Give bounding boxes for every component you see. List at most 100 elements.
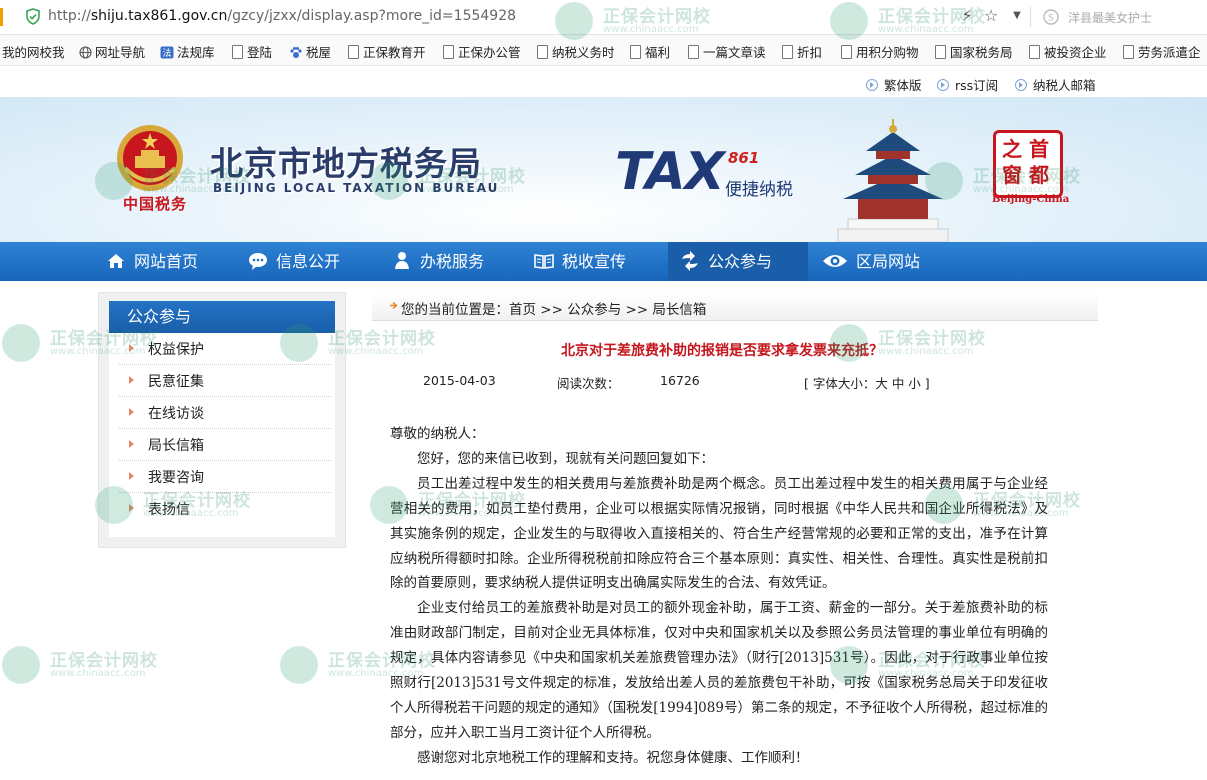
chat-icon bbox=[249, 253, 267, 270]
security-shield-icon[interactable] bbox=[25, 8, 41, 25]
url-path: /gzcy/jzxx/display.asp?more_id=1554928 bbox=[227, 8, 517, 24]
page-icon bbox=[841, 45, 852, 59]
home-icon bbox=[108, 254, 124, 268]
bookmark-item[interactable]: 网址导航 bbox=[79, 42, 145, 61]
bookmark-item[interactable]: 一篇文章读 bbox=[688, 42, 766, 61]
arrow-icon bbox=[129, 440, 134, 448]
bookmark-item[interactable]: 税屋 bbox=[289, 42, 331, 61]
bookmark-item[interactable]: 劳务派遣企 bbox=[1123, 42, 1201, 61]
arrow-icon bbox=[129, 408, 134, 416]
page: http://shiju.tax861.gov.cn/gzcy/jzxx/dis… bbox=[0, 0, 1207, 780]
read-count: 16726 bbox=[660, 373, 700, 388]
paw-icon bbox=[290, 47, 302, 58]
address-bar: http://shiju.tax861.gov.cn/gzcy/jzxx/dis… bbox=[0, 0, 1207, 35]
rss-link[interactable]: rss订阅 bbox=[937, 75, 998, 94]
bookmark-item[interactable]: 国家税务局 bbox=[935, 42, 1013, 61]
paragraph: 企业支付给员工的差旅费补助是对员工的额外现金补助，属于工资、薪金的一部分。关于差… bbox=[390, 600, 1048, 741]
paragraph: 您好，您的来信已收到，现就有关问题回复如下： bbox=[417, 450, 714, 467]
page-icon bbox=[348, 45, 359, 59]
sidebar-item-praise-letter[interactable]: 表扬信 bbox=[119, 493, 331, 524]
page-icon bbox=[935, 45, 946, 59]
sidebar-item-opinion-collection[interactable]: 民意征集 bbox=[119, 365, 331, 397]
national-emblem-icon bbox=[117, 125, 183, 191]
capital-window-seal: 之 首 窗 都 bbox=[993, 130, 1063, 198]
tax-logo-number: 861 bbox=[728, 149, 760, 167]
site-banner: 中国税务 北京市地方税务局 BEIJING LOCAL TAXATION BUR… bbox=[0, 97, 1207, 242]
seal-caption: Beijing-China bbox=[992, 194, 1070, 205]
page-icon bbox=[630, 45, 641, 59]
paragraph: 员工出差过程中发生的相关费用与差旅费补助是两个概念。员工出差过程中发生的相关费用… bbox=[390, 475, 1048, 592]
temple-of-heaven-image bbox=[837, 119, 949, 242]
page-icon bbox=[537, 45, 548, 59]
bookmark-item[interactable]: 纳税义务时 bbox=[537, 42, 615, 61]
bookmark-item[interactable]: 正保办公管 bbox=[443, 42, 521, 61]
bookmarks-bar: 我的网校我 网址导航 法法规库 登陆 税屋 正保教育开 正保办公管 纳税义务时 … bbox=[0, 35, 1207, 66]
sidebar-item-director-mailbox[interactable]: 局长信箱 bbox=[119, 429, 331, 461]
person-icon bbox=[395, 252, 409, 269]
site-title: 北京市地方税务局 bbox=[210, 144, 482, 183]
page-icon bbox=[232, 45, 243, 59]
bookmark-item[interactable]: 正保教育开 bbox=[348, 42, 426, 61]
taxpayer-mailbox-link[interactable]: 纳税人邮箱 bbox=[1015, 75, 1096, 94]
bookmark-item[interactable]: 我的网校我 bbox=[2, 42, 65, 61]
play-icon bbox=[937, 79, 949, 91]
bookmark-item[interactable]: 折扣 bbox=[782, 42, 822, 61]
tax-logo-subtitle: 便捷纳税 bbox=[725, 180, 793, 200]
url-domain: shiju.tax861.gov.cn bbox=[90, 8, 228, 24]
sidebar-item-consult[interactable]: 我要咨询 bbox=[119, 461, 331, 493]
breadcrumb-text[interactable]: 您的当前位置是：首页 >> 公众参与 >> 局长信箱 bbox=[401, 298, 706, 318]
search-input[interactable]: 洋县最美女护士 bbox=[1068, 9, 1152, 26]
article-date: 2015-04-03 bbox=[423, 373, 496, 388]
nav-info-disclosure[interactable]: 信息公开 bbox=[248, 242, 340, 281]
nav-tax-service[interactable]: 办税服务 bbox=[392, 242, 484, 281]
svg-text:法: 法 bbox=[162, 47, 171, 59]
bookmark-item[interactable]: 被投资企业 bbox=[1029, 42, 1107, 61]
lightning-icon[interactable]: ⚡ bbox=[958, 7, 976, 25]
book-icon bbox=[534, 254, 554, 269]
sidebar-item-rights-protection[interactable]: 权益保护 bbox=[119, 333, 331, 365]
search-engine-icon[interactable]: S bbox=[1043, 9, 1059, 25]
tax-logo: TAX bbox=[615, 142, 725, 202]
traditional-chinese-link[interactable]: 繁体版 bbox=[866, 75, 922, 94]
nav-home[interactable]: 网站首页 bbox=[106, 242, 208, 281]
main-nav: 网站首页 信息公开 办税服务 税收宣传 公众参与 区局网站 bbox=[0, 242, 1207, 281]
page-icon bbox=[1123, 45, 1134, 59]
url-prefix: http:// bbox=[48, 8, 91, 24]
paragraph: 感谢您对北京地税工作的理解和支持。祝您身体健康、工作顺利！ bbox=[417, 749, 809, 766]
bookmark-item[interactable]: 登陆 bbox=[232, 42, 272, 61]
nav-tax-publicity[interactable]: 税收宣传 bbox=[534, 242, 626, 281]
tab-edge-marker bbox=[0, 8, 3, 26]
divider bbox=[1030, 7, 1031, 27]
eye-icon bbox=[823, 255, 847, 267]
breadcrumb: 您的当前位置是：首页 >> 公众参与 >> 局长信箱 bbox=[372, 292, 1098, 321]
arrow-icon bbox=[129, 504, 134, 512]
bookmark-item[interactable]: 法法规库 bbox=[160, 42, 215, 61]
play-icon bbox=[1015, 79, 1027, 91]
chevron-down-icon[interactable]: ▼ bbox=[1008, 7, 1026, 25]
bookmark-item[interactable]: 福利 bbox=[630, 42, 670, 61]
read-count-label: 阅读次数： bbox=[557, 376, 620, 391]
site-title-en: BEIJING LOCAL TAXATION BUREAU bbox=[213, 181, 500, 195]
salutation: 尊敬的纳税人： bbox=[390, 426, 485, 442]
play-icon bbox=[866, 79, 878, 91]
arrow-icon bbox=[129, 376, 134, 384]
font-size-control[interactable]: [ 字体大小：大 中 小 ] bbox=[804, 373, 930, 392]
sidebar-title: 公众参与 bbox=[109, 301, 335, 333]
arrow-icon bbox=[129, 472, 134, 480]
bookmark-item[interactable]: 用积分购物 bbox=[841, 42, 919, 61]
svg-text:S: S bbox=[1048, 14, 1054, 24]
arrow-icon bbox=[129, 344, 134, 352]
nav-public-participation[interactable]: 公众参与 bbox=[668, 242, 808, 281]
sidebar-list: 权益保护 民意征集 在线访谈 局长信箱 我要咨询 表扬信 bbox=[109, 333, 335, 537]
star-icon[interactable]: ☆ bbox=[982, 7, 1000, 25]
law-library-icon: 法 bbox=[160, 46, 174, 59]
china-tax-logo-text: 中国税务 bbox=[123, 195, 188, 213]
url-field[interactable]: http://shiju.tax861.gov.cn/gzcy/jzxx/dis… bbox=[48, 8, 516, 24]
page-icon bbox=[688, 45, 699, 59]
article-body: 尊敬的纳税人： 您好，您的来信已收到，现就有关问题回复如下： 员工出差过程中发生… bbox=[390, 422, 1048, 771]
page-icon bbox=[782, 45, 793, 59]
page-icon bbox=[443, 45, 454, 59]
nav-district-sites[interactable]: 区局网站 bbox=[822, 242, 920, 281]
sidebar-item-online-interview[interactable]: 在线访谈 bbox=[119, 397, 331, 429]
exchange-icon bbox=[682, 251, 698, 271]
